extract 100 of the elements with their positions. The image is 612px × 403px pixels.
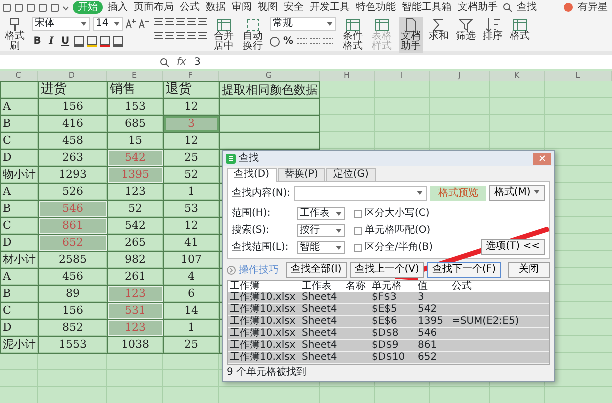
text-style-button[interactable]: B [32, 34, 43, 49]
dialog-button[interactable]: 查找上一个(V) [350, 262, 424, 278]
align-icon[interactable] [154, 31, 163, 42]
column-header[interactable]: I [375, 71, 430, 81]
column-header[interactable]: D [38, 71, 107, 81]
menu-tab[interactable]: 插入 [107, 1, 129, 14]
dropdown-select[interactable]: 按行 [297, 224, 345, 237]
ribbon-button[interactable]: 排序 [482, 17, 504, 43]
table-cell-text: 25 [184, 337, 200, 353]
menu-tab[interactable]: 公式 [179, 1, 201, 14]
zoom-icon[interactable] [160, 58, 169, 66]
dialog-tab[interactable]: 定位(G) [326, 168, 376, 181]
ribbon-button[interactable]: 合并居中 [212, 17, 236, 53]
column-header[interactable]: 单元格 [372, 281, 418, 292]
menu-tab[interactable]: 智能工具箱 [401, 1, 453, 14]
ribbon-button[interactable]: 条件格式 [341, 17, 365, 53]
ribbon-button[interactable]: 自动换行 [241, 17, 265, 53]
menu-tab[interactable]: 安全 [283, 1, 305, 14]
search-icon[interactable] [503, 3, 512, 12]
format-painter-button[interactable]: 格式刷 [3, 17, 27, 53]
align-icon[interactable] [198, 31, 207, 42]
format-button[interactable]: 格式(M) [489, 185, 545, 201]
number-format-field[interactable]: 常规 [270, 17, 336, 31]
checkbox[interactable] [354, 210, 362, 218]
ribbon-button[interactable]: 求和 [428, 17, 450, 43]
font-color-icon[interactable] [100, 36, 110, 47]
column-header[interactable]: 名称 [346, 281, 372, 292]
column-header[interactable]: H [320, 71, 375, 81]
menu-tab[interactable]: 文档助手 [457, 1, 499, 14]
align-icon[interactable] [187, 17, 196, 28]
font-size-field[interactable]: 14 [93, 17, 123, 31]
percent-button[interactable]: % [283, 34, 294, 49]
fx-label[interactable]: fx [177, 54, 186, 70]
result-row[interactable]: 工作簿10.xlsx Sheet4 $E$6 1395 =SUM(E2:E5) [228, 316, 549, 328]
field-label: 搜索(S): [232, 224, 271, 238]
checkbox[interactable] [354, 226, 362, 234]
eraser-icon[interactable] [113, 36, 123, 47]
fill-color-icon[interactable] [87, 36, 97, 47]
formula-input[interactable]: 3 [194, 54, 201, 70]
column-header[interactable]: K [490, 71, 545, 81]
user-name[interactable]: 有异星 [577, 1, 609, 14]
table-cell: 861 [39, 218, 107, 234]
dialog-button[interactable]: 关闭 [508, 262, 550, 278]
dialog-button[interactable]: 查找下一个(F) [427, 262, 501, 278]
align-icon[interactable] [176, 31, 185, 42]
menu-tab[interactable]: 数据 [205, 1, 227, 14]
menu-tab[interactable]: 特色功能 [355, 1, 397, 14]
align-icon[interactable] [154, 17, 163, 28]
dialog-tab[interactable]: 替换(P) [278, 168, 326, 181]
menu-tab[interactable]: 审阅 [231, 1, 253, 14]
search-label[interactable]: 查找 [516, 1, 538, 14]
dropdown-select[interactable]: 智能 [297, 241, 345, 254]
ribbon-button[interactable]: 文档助手 [399, 17, 423, 53]
border-icon[interactable] [74, 36, 84, 47]
dropdown-select[interactable]: 工作表 [297, 207, 345, 220]
table-cell: 123 [108, 320, 163, 336]
user-icon[interactable] [564, 3, 573, 12]
column-header[interactable]: L [545, 71, 612, 81]
column-header[interactable]: 公式 [452, 281, 549, 292]
table-cell-text: 852 [62, 320, 84, 336]
ribbon-button[interactable]: 筛选 [455, 17, 477, 43]
options-button[interactable]: 选项(T) << [481, 239, 545, 255]
decrease-font-icon[interactable] [139, 19, 149, 29]
column-header[interactable]: C [0, 71, 38, 81]
table-cell-text: 2585 [58, 252, 88, 268]
text-style-button[interactable]: I [46, 34, 57, 49]
align-icon[interactable] [198, 17, 207, 28]
caret-icon [336, 246, 342, 250]
result-row[interactable]: 工作簿10.xlsx Sheet4 $E$5 542 [228, 304, 549, 316]
column-header[interactable]: F [163, 71, 219, 81]
menu-tab[interactable]: 视图 [257, 1, 279, 14]
column-header[interactable]: J [430, 71, 490, 81]
column-header[interactable]: 工作表 [302, 281, 346, 292]
column-header[interactable]: G [219, 71, 320, 81]
align-icon[interactable] [176, 17, 185, 28]
table-cell-text: 41 [184, 235, 200, 251]
result-row[interactable]: 工作簿10.xlsx Sheet4 $D$9 861 [228, 340, 549, 352]
align-icon[interactable] [187, 31, 196, 42]
increase-font-icon[interactable] [126, 19, 136, 29]
table-cell-text: 1293 [58, 167, 88, 183]
column-header[interactable]: 值 [418, 281, 452, 292]
result-row[interactable]: 工作簿10.xlsx Sheet4 $D$8 546 [228, 328, 549, 340]
close-button[interactable] [533, 152, 551, 164]
text-style-button[interactable]: U [60, 34, 71, 49]
ribbon-button[interactable]: 格式 [509, 17, 531, 43]
dialog-button[interactable]: 查找全部(I) [286, 262, 347, 278]
align-icon[interactable] [165, 31, 174, 42]
font-name-field[interactable]: 宋体 [32, 17, 90, 31]
caret-icon [336, 228, 342, 232]
menu-tab[interactable]: 页面布局 [133, 1, 175, 14]
checkbox[interactable] [354, 244, 362, 252]
column-header[interactable]: 工作簿 [230, 281, 302, 292]
menu-tab[interactable]: 开发工具 [309, 1, 351, 14]
align-icon[interactable] [165, 17, 174, 28]
column-header[interactable]: E [107, 71, 163, 81]
result-row[interactable]: 工作簿10.xlsx Sheet4 $F$3 3 [228, 292, 549, 304]
find-input[interactable] [294, 186, 428, 200]
result-row[interactable]: 工作簿10.xlsx Sheet4 $D$10 652 [228, 352, 549, 364]
dialog-tab[interactable]: 查找(D) [227, 168, 277, 182]
table-cell-text: 123 [124, 184, 147, 200]
